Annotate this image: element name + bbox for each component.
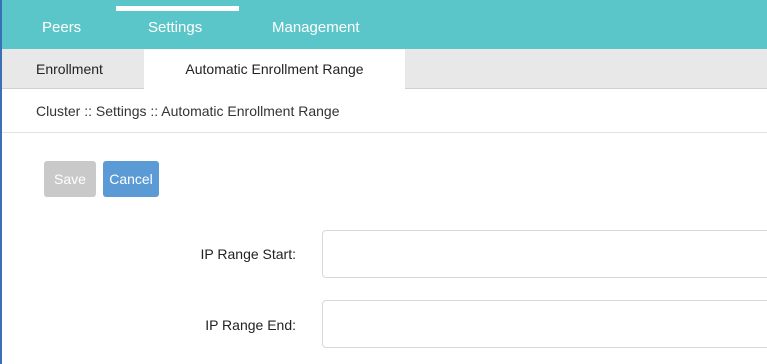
tab-peers[interactable]: Peers — [42, 0, 81, 49]
cancel-button[interactable]: Cancel — [103, 161, 159, 197]
save-button[interactable]: Save — [44, 161, 96, 197]
app-frame: Peers Settings Management Enrollment Aut… — [0, 0, 767, 364]
ip-range-end-label: IP Range End: — [205, 317, 296, 333]
top-navigation: Peers Settings Management — [2, 0, 767, 49]
subtab-enrollment[interactable]: Enrollment — [36, 49, 103, 89]
ip-range-start-input[interactable] — [322, 230, 767, 278]
ip-range-start-label: IP Range Start: — [200, 246, 296, 262]
ip-range-end-input[interactable] — [322, 300, 767, 348]
subtab-automatic-enrollment-range[interactable]: Automatic Enrollment Range — [144, 49, 405, 90]
settings-subtabs: Enrollment Automatic Enrollment Range — [2, 49, 767, 90]
tab-management[interactable]: Management — [272, 0, 360, 49]
tab-settings[interactable]: Settings — [148, 0, 202, 49]
breadcrumb: Cluster :: Settings :: Automatic Enrollm… — [2, 89, 767, 133]
